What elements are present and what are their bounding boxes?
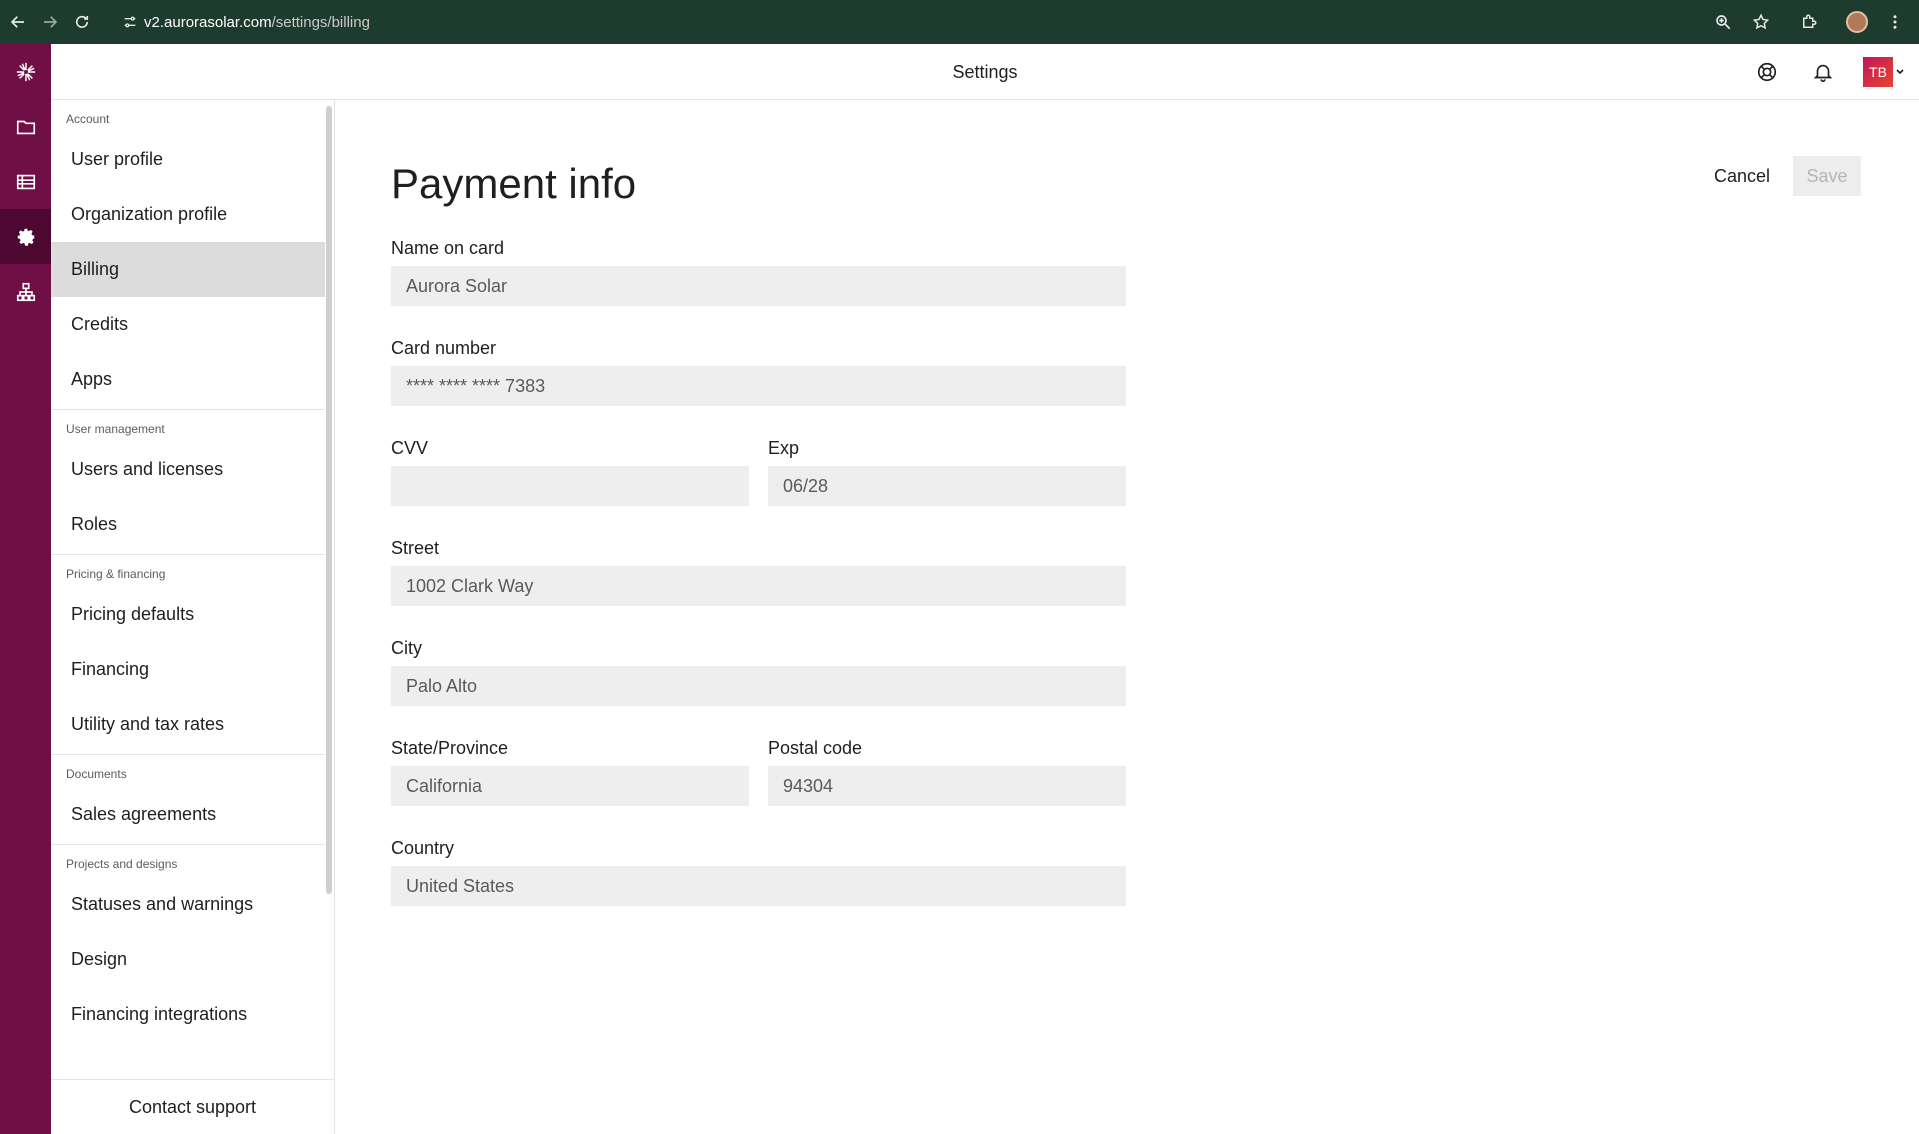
cvv-field[interactable] [391, 466, 749, 506]
site-settings-icon[interactable] [116, 14, 144, 30]
settings-header: Settings TB [51, 44, 1919, 100]
sidebar-item-roles[interactable]: Roles [51, 497, 325, 552]
sidebar-item-credits[interactable]: Credits [51, 297, 325, 352]
user-menu[interactable]: TB [1863, 57, 1905, 87]
card-number-label: Card number [391, 338, 497, 358]
url-host: v2.aurorasolar.com [144, 13, 272, 31]
bookmark-star-icon[interactable] [1745, 6, 1777, 38]
projects-folder-icon[interactable] [0, 99, 51, 154]
sidebar-item-apps[interactable]: Apps [51, 352, 325, 407]
table-list-icon[interactable] [0, 154, 51, 209]
street-field[interactable]: 1002 Clark Way [391, 566, 1126, 606]
section-label-documents: Documents [66, 767, 127, 781]
sidebar-item-users-and-licenses[interactable]: Users and licenses [51, 442, 325, 497]
sidebar-item-financing-integrations[interactable]: Financing integrations [51, 987, 325, 1042]
sidebar-item-financing[interactable]: Financing [51, 642, 325, 697]
user-avatar[interactable]: TB [1863, 57, 1893, 87]
profile-avatar[interactable] [1841, 6, 1873, 38]
exp-label: Exp [768, 438, 800, 458]
cancel-button[interactable]: Cancel [1702, 156, 1782, 196]
page-header-title: Settings [952, 62, 1018, 82]
sidebar-scrollbar[interactable] [326, 106, 332, 894]
save-button[interactable]: Save [1793, 156, 1861, 196]
cvv-label: CVV [391, 438, 429, 458]
app-rail [0, 44, 51, 1134]
card-number-field[interactable]: **** **** **** 7383 [391, 366, 1126, 406]
city-field[interactable]: Palo Alto [391, 666, 1126, 706]
sidebar-item-statuses-warnings[interactable]: Statuses and warnings [51, 877, 325, 932]
country-field[interactable]: United States [391, 866, 1126, 906]
sidebar-item-user-profile[interactable]: User profile [51, 132, 325, 187]
aurora-logo-icon[interactable] [0, 44, 51, 99]
state-province-field[interactable]: California [391, 766, 749, 806]
address-bar[interactable]: v2.aurorasolar.com/settings/billing [116, 6, 1756, 38]
back-arrow-icon[interactable] [2, 6, 34, 38]
settings-gear-icon[interactable] [0, 209, 51, 264]
street-label: Street [391, 538, 440, 558]
notifications-bell-icon[interactable] [1807, 56, 1839, 88]
postal-code-label: Postal code [768, 738, 863, 758]
name-on-card-field[interactable]: Aurora Solar [391, 266, 1126, 306]
postal-code-field[interactable]: 94304 [768, 766, 1126, 806]
page-title: Payment info [391, 160, 637, 207]
state-province-label: State/Province [391, 738, 509, 758]
settings-sidebar: Account User profile Organization profil… [51, 100, 335, 1079]
browser-toolbar: v2.aurorasolar.com/settings/billing [0, 0, 1919, 44]
help-lifebuoy-icon[interactable] [1751, 56, 1783, 88]
sidebar-item-billing[interactable]: Billing [51, 242, 325, 297]
section-label-pricing-financing: Pricing & financing [66, 567, 166, 581]
sidebar-item-organization-profile[interactable]: Organization profile [51, 187, 325, 242]
payment-info-panel: Payment info Cancel Save Name on card Au… [336, 100, 1919, 1134]
sidebar-item-pricing-defaults[interactable]: Pricing defaults [51, 587, 325, 642]
sidebar-item-sales-agreements[interactable]: Sales agreements [51, 787, 325, 842]
reload-icon[interactable] [66, 6, 98, 38]
section-label-user-management: User management [66, 422, 165, 436]
zoom-icon[interactable] [1707, 6, 1739, 38]
org-chart-icon[interactable] [0, 264, 51, 319]
sidebar-item-utility-tax-rates[interactable]: Utility and tax rates [51, 697, 325, 752]
sidebar-item-design[interactable]: Design [51, 932, 325, 987]
name-on-card-label: Name on card [391, 238, 505, 258]
contact-support-button[interactable]: Contact support [51, 1079, 335, 1134]
url-path: /settings/billing [271, 13, 370, 31]
city-label: City [391, 638, 422, 658]
section-label-projects-designs: Projects and designs [66, 857, 178, 871]
forward-arrow-icon[interactable] [34, 6, 66, 38]
exp-field[interactable]: 06/28 [768, 466, 1126, 506]
extensions-icon[interactable] [1793, 6, 1825, 38]
chevron-down-icon[interactable] [1895, 67, 1905, 77]
more-menu-icon[interactable] [1879, 6, 1911, 38]
section-label-account: Account [66, 112, 110, 126]
country-label: Country [391, 838, 455, 858]
